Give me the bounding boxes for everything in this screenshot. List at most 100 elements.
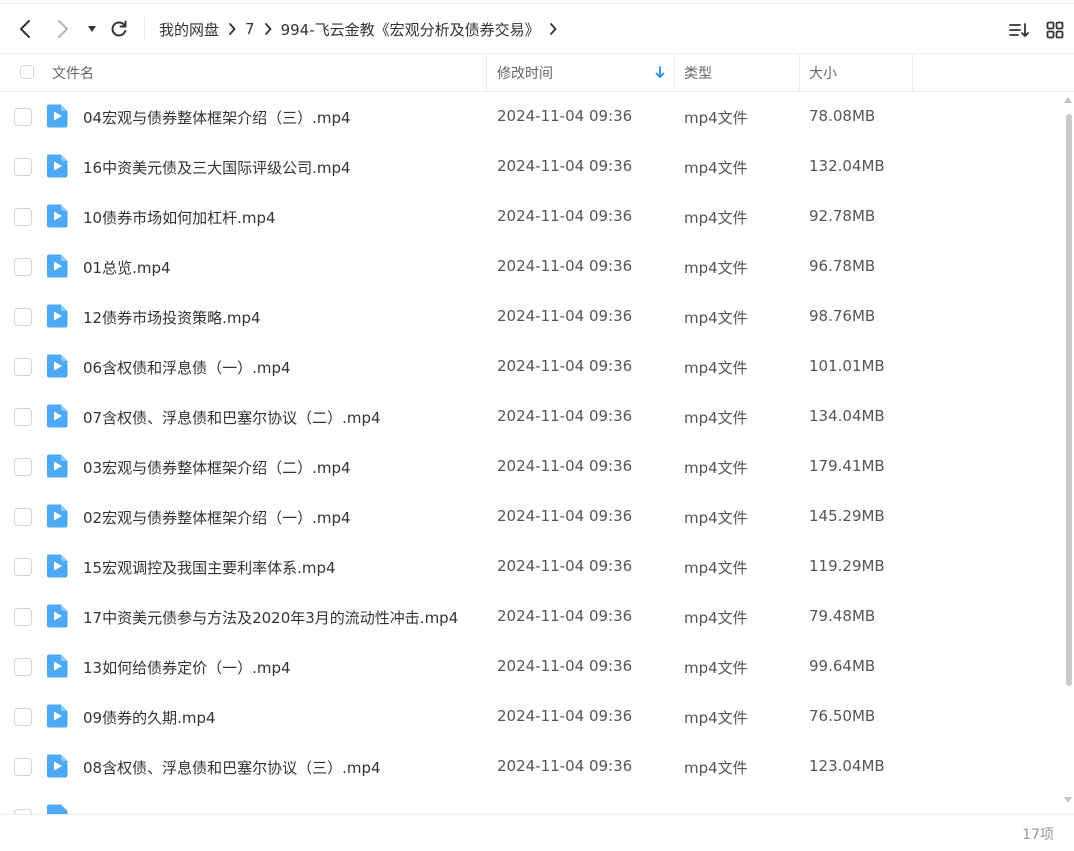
column-header-size[interactable]: 大小 bbox=[809, 54, 909, 91]
table-row[interactable]: 06含权债和浮息债（一）.mp4 2024-11-04 09:36 mp4文件 … bbox=[0, 342, 1062, 392]
row-checkbox[interactable] bbox=[14, 308, 32, 326]
column-divider[interactable] bbox=[799, 54, 800, 91]
table-header: 文件名 修改时间 类型 大小 bbox=[0, 54, 1074, 91]
table-row[interactable]: 13如何给债券定价（一）.mp4 2024-11-04 09:36 mp4文件 … bbox=[0, 642, 1062, 692]
file-modified-time: 2024-11-04 09:36 bbox=[497, 357, 633, 375]
file-name[interactable]: 04宏观与债券整体框架介绍（三）.mp4 bbox=[83, 107, 351, 128]
file-modified-time: 2024-11-04 09:36 bbox=[497, 457, 633, 475]
video-file-icon bbox=[47, 304, 68, 328]
forward-icon bbox=[58, 20, 68, 38]
file-name[interactable]: 13如何给债券定价（一）.mp4 bbox=[83, 657, 291, 678]
file-name[interactable]: 02宏观与债券整体框架介绍（一）.mp4 bbox=[83, 507, 351, 528]
column-divider[interactable] bbox=[912, 54, 913, 91]
file-size: 76.50MB bbox=[809, 707, 876, 725]
file-type: mp4文件 bbox=[684, 509, 748, 527]
file-name[interactable]: 09债券的久期.mp4 bbox=[83, 707, 216, 728]
table-row[interactable]: 09债券的久期.mp4 2024-11-04 09:36 mp4文件 76.50… bbox=[0, 692, 1062, 742]
breadcrumb-item-current[interactable]: 994-飞云金教《宏观分析及债券交易》 bbox=[281, 19, 540, 40]
row-checkbox[interactable] bbox=[14, 158, 32, 176]
table-row[interactable]: 01总览.mp4 2024-11-04 09:36 mp4文件 96.78MB bbox=[0, 242, 1062, 292]
table-row[interactable]: 02宏观与债券整体框架介绍（一）.mp4 2024-11-04 09:36 mp… bbox=[0, 492, 1062, 542]
row-checkbox[interactable] bbox=[14, 658, 32, 676]
file-type: mp4文件 bbox=[684, 109, 748, 127]
file-size: 101.01MB bbox=[809, 357, 885, 375]
file-name[interactable]: 17中资美元债参与方法及2020年3月的流动性冲击.mp4 bbox=[83, 607, 458, 628]
view-toggle-button[interactable] bbox=[1043, 18, 1067, 42]
video-file-icon bbox=[47, 704, 68, 728]
file-size: 134.04MB bbox=[809, 407, 885, 425]
table-row[interactable]: 08含权债、浮息债和巴塞尔协议（三）.mp4 2024-11-04 09:36 … bbox=[0, 742, 1062, 792]
column-header-type[interactable]: 类型 bbox=[684, 54, 794, 91]
video-file-icon bbox=[47, 354, 68, 378]
row-checkbox[interactable] bbox=[14, 258, 32, 276]
file-type: mp4文件 bbox=[684, 459, 748, 477]
row-checkbox[interactable] bbox=[14, 758, 32, 776]
row-checkbox[interactable] bbox=[14, 608, 32, 626]
file-size: 123.04MB bbox=[809, 757, 885, 775]
scrollbar-thumb[interactable] bbox=[1066, 114, 1072, 686]
table-row[interactable]: 07含权债、浮息债和巴塞尔协议（二）.mp4 2024-11-04 09:36 … bbox=[0, 392, 1062, 442]
table-row[interactable]: 10债券市场如何加杠杆.mp4 2024-11-04 09:36 mp4文件 9… bbox=[0, 192, 1062, 242]
file-type: mp4文件 bbox=[684, 609, 748, 627]
file-list: 04宏观与债券整体框架介绍（三）.mp4 2024-11-04 09:36 mp… bbox=[0, 92, 1062, 814]
file-name[interactable]: 08含权债、浮息债和巴塞尔协议（三）.mp4 bbox=[83, 757, 381, 778]
breadcrumb-item-root[interactable]: 我的网盘 bbox=[159, 19, 219, 40]
scroll-up-arrow-icon[interactable] bbox=[1063, 96, 1073, 104]
history-dropdown-icon bbox=[88, 26, 96, 32]
file-size: 99.64MB bbox=[809, 657, 876, 675]
table-row[interactable]: 04宏观与债券整体框架介绍（三）.mp4 2024-11-04 09:36 mp… bbox=[0, 92, 1062, 142]
file-name[interactable]: 03宏观与债券整体框架介绍（二）.mp4 bbox=[83, 457, 351, 478]
table-row[interactable]: 17中资美元债参与方法及2020年3月的流动性冲击.mp4 2024-11-04… bbox=[0, 592, 1062, 642]
file-name[interactable]: 15宏观调控及我国主要利率体系.mp4 bbox=[83, 557, 336, 578]
file-modified-time: 2024-11-04 09:36 bbox=[497, 157, 633, 175]
sort-button[interactable] bbox=[1007, 18, 1031, 42]
breadcrumb: 我的网盘 7 994-飞云金教《宏观分析及债券交易》 bbox=[159, 17, 566, 41]
forward-button[interactable] bbox=[50, 16, 76, 42]
row-checkbox[interactable] bbox=[14, 358, 32, 376]
history-dropdown-button[interactable] bbox=[80, 16, 104, 42]
column-header-name[interactable]: 文件名 bbox=[52, 54, 482, 91]
file-type: mp4文件 bbox=[684, 709, 748, 727]
back-button[interactable] bbox=[12, 16, 38, 42]
file-modified-time: 2024-11-04 09:36 bbox=[497, 557, 633, 575]
chevron-right-icon bbox=[228, 23, 236, 35]
table-row-partial[interactable] bbox=[0, 804, 1062, 814]
refresh-button[interactable] bbox=[106, 16, 132, 42]
file-name[interactable]: 06含权债和浮息债（一）.mp4 bbox=[83, 357, 291, 378]
file-name[interactable]: 07含权债、浮息债和巴塞尔协议（二）.mp4 bbox=[83, 407, 381, 428]
file-modified-time: 2024-11-04 09:36 bbox=[497, 407, 633, 425]
chevron-right-icon[interactable] bbox=[549, 23, 557, 35]
chevron-right-icon bbox=[264, 23, 272, 35]
table-row[interactable]: 15宏观调控及我国主要利率体系.mp4 2024-11-04 09:36 mp4… bbox=[0, 542, 1062, 592]
file-modified-time: 2024-11-04 09:36 bbox=[497, 207, 633, 225]
file-name[interactable]: 16中资美元债及三大国际评级公司.mp4 bbox=[83, 157, 351, 178]
file-modified-time: 2024-11-04 09:36 bbox=[497, 607, 633, 625]
row-checkbox[interactable] bbox=[14, 108, 32, 126]
table-row[interactable]: 03宏观与债券整体框架介绍（二）.mp4 2024-11-04 09:36 mp… bbox=[0, 442, 1062, 492]
column-divider[interactable] bbox=[674, 54, 675, 91]
file-type: mp4文件 bbox=[684, 559, 748, 577]
breadcrumb-item-folder[interactable]: 7 bbox=[245, 20, 255, 38]
file-modified-time: 2024-11-04 09:36 bbox=[497, 257, 633, 275]
sort-desc-arrow-icon bbox=[655, 66, 665, 78]
file-type: mp4文件 bbox=[684, 209, 748, 227]
scroll-down-arrow-icon[interactable] bbox=[1063, 796, 1073, 804]
row-checkbox[interactable] bbox=[14, 558, 32, 576]
table-row[interactable]: 12债券市场投资策略.mp4 2024-11-04 09:36 mp4文件 98… bbox=[0, 292, 1062, 342]
row-checkbox[interactable] bbox=[14, 458, 32, 476]
file-name[interactable]: 12债券市场投资策略.mp4 bbox=[83, 307, 261, 328]
refresh-icon bbox=[111, 20, 127, 37]
row-checkbox[interactable] bbox=[14, 508, 32, 526]
back-icon bbox=[20, 20, 30, 38]
column-header-modified[interactable]: 修改时间 bbox=[497, 54, 671, 91]
table-row[interactable]: 16中资美元债及三大国际评级公司.mp4 2024-11-04 09:36 mp… bbox=[0, 142, 1062, 192]
file-name[interactable]: 10债券市场如何加杠杆.mp4 bbox=[83, 207, 276, 228]
file-name[interactable]: 01总览.mp4 bbox=[83, 257, 171, 278]
column-divider[interactable] bbox=[486, 54, 487, 91]
file-modified-time: 2024-11-04 09:36 bbox=[497, 757, 633, 775]
row-checkbox[interactable] bbox=[14, 408, 32, 426]
select-all-checkbox[interactable] bbox=[20, 65, 34, 79]
row-checkbox[interactable] bbox=[14, 208, 32, 226]
video-file-icon bbox=[47, 454, 68, 478]
row-checkbox[interactable] bbox=[14, 708, 32, 726]
